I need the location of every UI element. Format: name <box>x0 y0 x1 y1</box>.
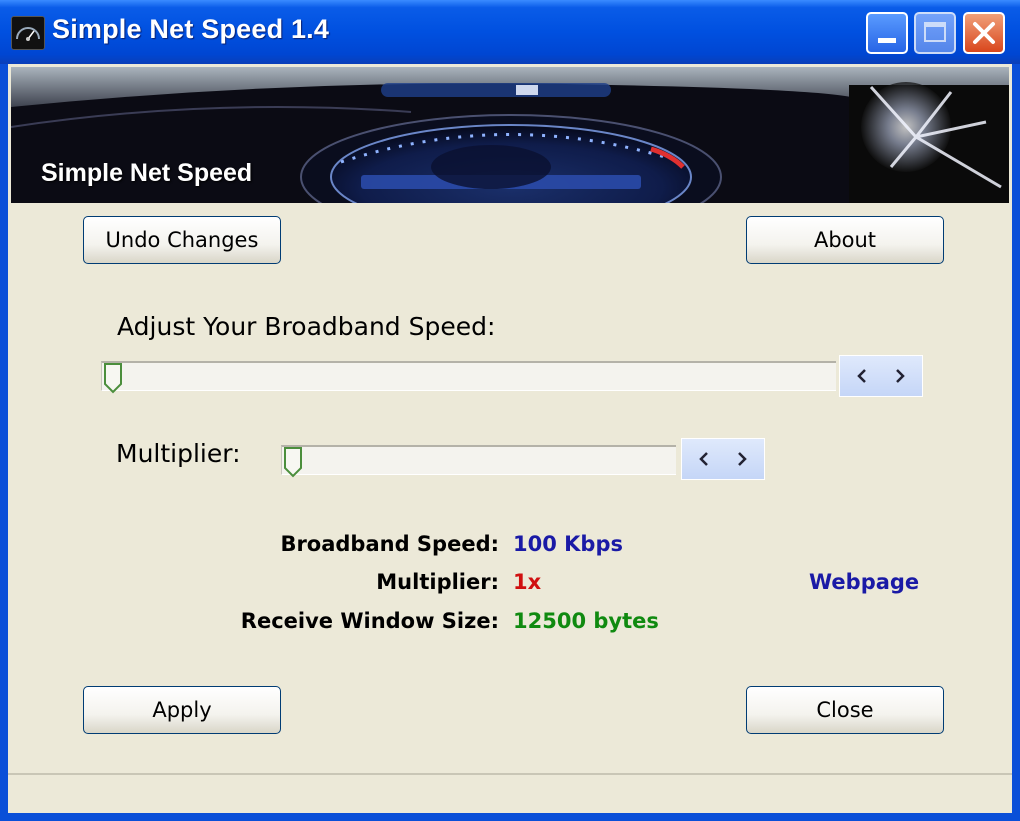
multiplier-spin-buttons[interactable] <box>681 438 765 480</box>
broadband-slider-label: Adjust Your Broadband Speed: <box>117 312 496 341</box>
status-bar <box>8 773 1012 813</box>
window-title: Simple Net Speed 1.4 <box>52 14 330 44</box>
receive-window-label: Receive Window Size: <box>240 609 499 633</box>
slider-track[interactable] <box>101 361 836 391</box>
apply-button[interactable]: Apply <box>83 686 281 734</box>
undo-changes-label: Undo Changes <box>105 228 259 252</box>
apply-label: Apply <box>152 698 212 722</box>
dialog-body: Simple Net Speed Undo Changes About Adju… <box>8 64 1012 813</box>
close-label: Close <box>816 698 874 722</box>
multiplier-slider[interactable] <box>281 441 676 478</box>
title-bar[interactable]: Simple Net Speed 1.4 <box>0 0 1020 64</box>
slider-thumb[interactable] <box>103 362 123 394</box>
chevron-left-icon[interactable] <box>852 366 872 386</box>
close-icon <box>973 22 995 44</box>
close-button[interactable]: Close <box>746 686 944 734</box>
broadband-spin-buttons[interactable] <box>839 355 923 397</box>
chevron-right-icon[interactable] <box>890 366 910 386</box>
maximize-button <box>914 12 956 54</box>
slider-thumb[interactable] <box>283 446 303 478</box>
about-label: About <box>813 228 877 252</box>
slider-track[interactable] <box>281 445 676 475</box>
undo-changes-button[interactable]: Undo Changes <box>83 216 281 264</box>
multiplier-info-label: Multiplier: <box>376 570 499 594</box>
header-banner: Simple Net Speed <box>11 67 1009 203</box>
app-window: Simple Net Speed 1.4 Simple Net Speed Un… <box>0 0 1020 821</box>
multiplier-value: 1x <box>513 570 542 594</box>
broadband-speed-value: 100 Kbps <box>513 532 623 556</box>
broadband-speed-label: Broadband Speed: <box>280 532 499 556</box>
chevron-right-icon[interactable] <box>732 449 752 469</box>
webpage-link[interactable]: Webpage <box>809 570 919 594</box>
broadband-speed-slider[interactable] <box>101 357 836 394</box>
multiplier-slider-label: Multiplier: <box>116 439 241 468</box>
banner-title: Simple Net Speed <box>41 159 253 187</box>
chevron-left-icon[interactable] <box>694 449 714 469</box>
close-window-button[interactable] <box>963 12 1005 54</box>
receive-window-value: 12500 bytes <box>513 609 659 633</box>
speedometer-app-icon[interactable] <box>11 16 45 50</box>
minimize-button[interactable] <box>866 12 908 54</box>
minimize-icon <box>878 38 896 43</box>
maximize-icon <box>924 22 946 42</box>
about-button[interactable]: About <box>746 216 944 264</box>
